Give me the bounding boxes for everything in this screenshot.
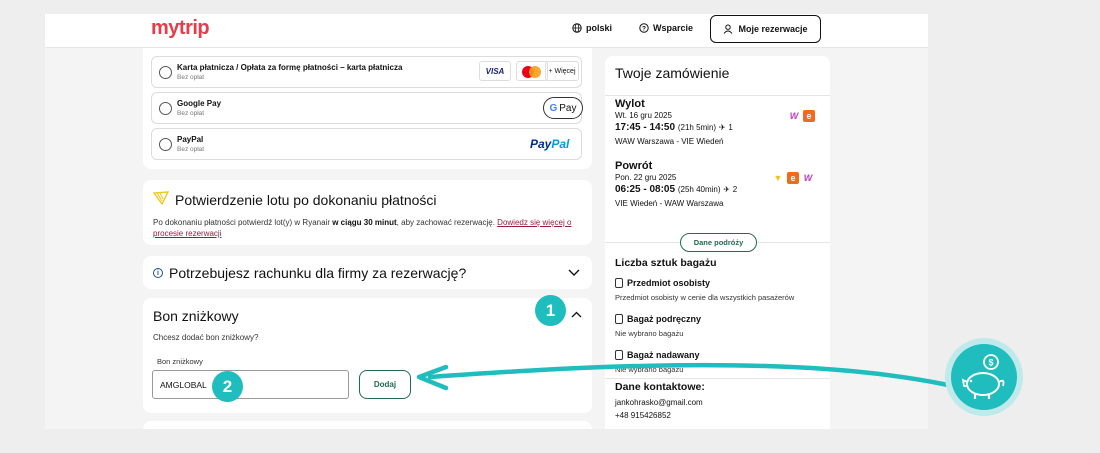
annotation-arrow [416,362,951,391]
svg-text:$: $ [988,358,993,368]
piggy-bank-badge: $ [945,338,1023,416]
step-2-badge: 2 [212,371,243,402]
step-1-badge: 1 [535,295,566,326]
piggy-bank-icon: $ [961,354,1005,399]
